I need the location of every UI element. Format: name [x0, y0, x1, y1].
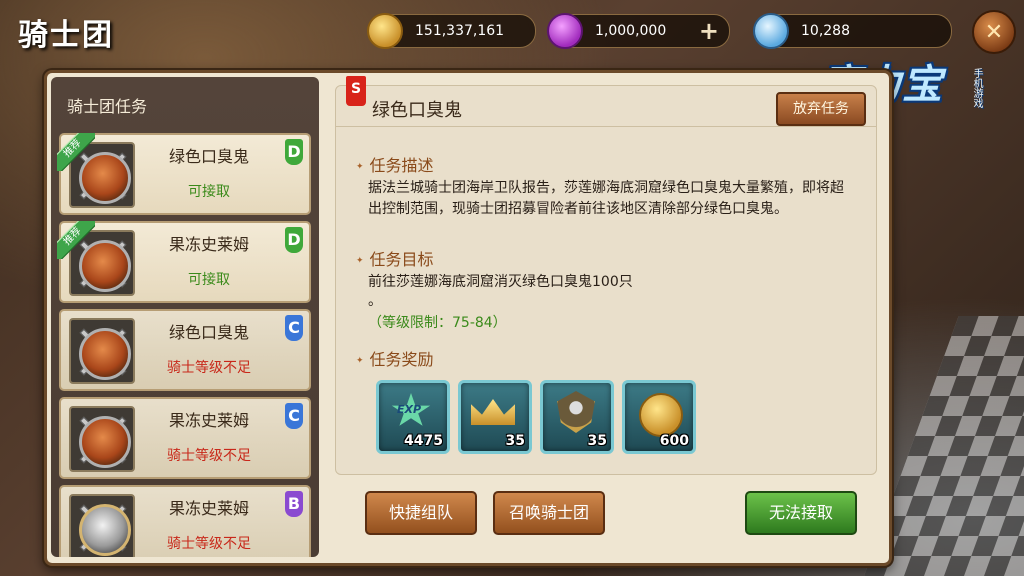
reward-item[interactable]: 600	[622, 380, 696, 454]
task-item[interactable]: 推荐 绿色口臭鬼 可接取 D	[57, 133, 311, 215]
grade-badge: C	[285, 315, 303, 341]
grade-badge: C	[285, 403, 303, 429]
gem-currency: 1,000,000 +	[547, 13, 730, 49]
task-item[interactable]: 果冻史莱姆 骑士等级不足 C	[59, 397, 311, 479]
purple-gem-icon	[547, 13, 583, 49]
diamond-amount: 10,288	[801, 23, 850, 39]
cannot-accept-button[interactable]: 无法接取	[745, 491, 857, 535]
logo-subtitle: 手机游戏	[971, 68, 982, 108]
rank-badge: S	[346, 76, 366, 106]
add-gem-button[interactable]: +	[699, 17, 719, 45]
task-name: 果冻史莱姆	[168, 235, 249, 254]
reward-quantity: 4475	[404, 433, 443, 449]
close-button[interactable]: ✕	[972, 10, 1016, 54]
task-name: 绿色口臭鬼	[168, 323, 249, 342]
task-icon	[69, 406, 135, 472]
shield-icon	[79, 328, 131, 380]
task-icon	[69, 318, 135, 384]
abandon-task-button[interactable]: 放弃任务	[776, 92, 866, 126]
reward-item[interactable]: 35	[540, 380, 614, 454]
task-item[interactable]: 果冻史莱姆 骑士等级不足 B	[59, 485, 311, 557]
crown-icon	[471, 399, 515, 425]
description-heading: 任务描述	[356, 152, 434, 176]
task-item[interactable]: 推荐 果冻史莱姆 可接取 D	[57, 221, 311, 303]
task-status: 骑士等级不足	[167, 360, 251, 376]
gold-coin-icon	[367, 13, 403, 49]
reward-list: EXP 4475 35 35 600	[376, 380, 704, 454]
reward-heading: 任务奖励	[356, 346, 434, 370]
task-status: 可接取	[188, 184, 230, 200]
summon-knights-button[interactable]: 召唤骑士团	[493, 491, 605, 535]
description-text: 据法兰城骑士团海岸卫队报告，莎莲娜海底洞窟绿色口臭鬼大量繁殖，即将超出控制范围，…	[368, 180, 844, 217]
task-list-title: 骑士团任务	[67, 97, 148, 116]
reward-item[interactable]: EXP 4475	[376, 380, 450, 454]
goal-heading: 任务目标	[356, 246, 434, 270]
reward-quantity: 35	[505, 433, 525, 449]
knight-shield-icon	[557, 391, 595, 433]
exp-label: EXP	[397, 403, 422, 416]
reward-quantity: 35	[587, 433, 607, 449]
shield-icon	[79, 416, 131, 468]
task-name: 果冻史莱姆	[168, 411, 249, 430]
task-name: 绿色口臭鬼	[168, 147, 249, 166]
reward-item[interactable]: 35	[458, 380, 532, 454]
shield-icon	[79, 504, 131, 556]
grade-badge: D	[285, 139, 303, 165]
task-list: 推荐 绿色口臭鬼 可接取 D 推荐 果冻史莱姆 可接取 D 绿色口臭鬼 骑士等级…	[57, 133, 311, 557]
goal-text: 前往莎莲娜海底洞窟消灭绿色口臭鬼100只	[368, 274, 633, 290]
detail-header: S 绿色口臭鬼 放弃任务	[336, 76, 876, 127]
recommended-ribbon: 推荐	[57, 133, 95, 171]
goal-text-end: 。	[368, 293, 382, 309]
gem-amount: 1,000,000	[595, 23, 667, 39]
gold-coin-icon	[639, 393, 683, 437]
diamond-currency: 10,288	[753, 13, 952, 49]
knights-panel: 骑士团任务 推荐 绿色口臭鬼 可接取 D 推荐 果冻史莱姆 可接取 D 绿色口臭…	[44, 70, 892, 566]
task-status: 骑士等级不足	[167, 536, 251, 552]
level-limit: （等级限制：75-84）	[368, 315, 507, 331]
task-status: 骑士等级不足	[167, 448, 251, 464]
grade-badge: D	[285, 227, 303, 253]
task-list-column: 骑士团任务 推荐 绿色口臭鬼 可接取 D 推荐 果冻史莱姆 可接取 D 绿色口臭…	[51, 77, 319, 557]
task-item[interactable]: 绿色口臭鬼 骑士等级不足 C	[59, 309, 311, 391]
diamond-icon	[753, 13, 789, 49]
task-name: 果冻史莱姆	[168, 499, 249, 518]
recommended-ribbon: 推荐	[57, 221, 95, 259]
detail-title: 绿色口臭鬼	[372, 100, 462, 121]
gold-amount: 151,337,161	[415, 23, 505, 39]
reward-quantity: 600	[659, 433, 689, 449]
quick-team-button[interactable]: 快捷组队	[365, 491, 477, 535]
grade-badge: B	[285, 491, 303, 517]
screen-title: 骑士团	[18, 18, 114, 53]
task-detail: S 绿色口臭鬼 放弃任务 任务描述 据法兰城骑士团海岸卫队报告，莎莲娜海底洞窟绿…	[335, 76, 877, 475]
gold-currency: 151,337,161	[367, 13, 536, 49]
task-status: 可接取	[188, 272, 230, 288]
task-icon	[69, 494, 135, 557]
